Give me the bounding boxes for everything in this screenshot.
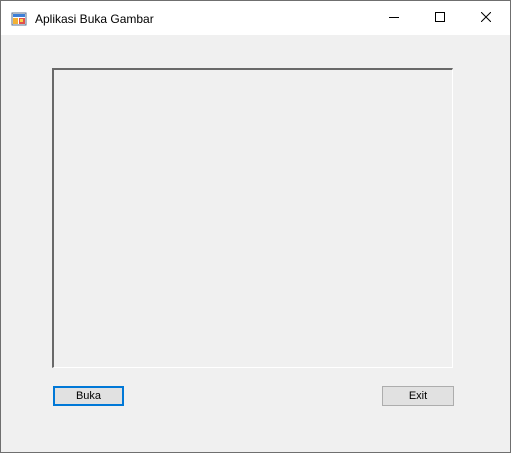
close-icon [480,9,492,27]
maximize-icon [435,9,445,27]
form-app-icon[interactable] [11,11,27,27]
title-bar[interactable]: Aplikasi Buka Gambar [1,1,510,35]
maximize-button[interactable] [417,1,463,35]
exit-button[interactable]: Exit [382,386,454,406]
minimize-button[interactable] [371,1,417,35]
minimize-icon [389,9,399,27]
close-button[interactable] [463,1,509,35]
buka-button[interactable]: Buka [53,386,124,406]
window-title: Aplikasi Buka Gambar [35,12,154,26]
picture-box [52,68,453,368]
app-window: Aplikasi Buka Gambar Buka Exit [0,0,511,453]
